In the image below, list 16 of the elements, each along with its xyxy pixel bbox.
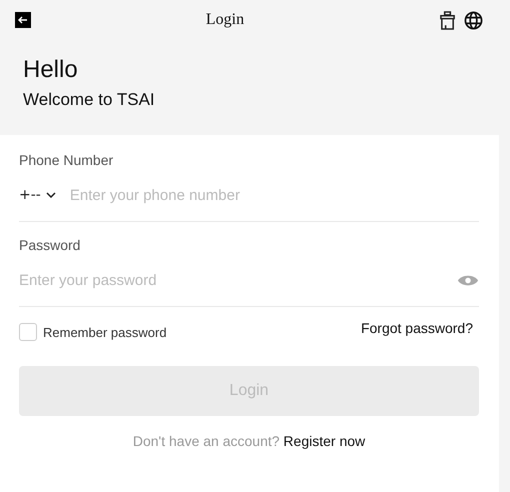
chevron-down-icon [46,192,56,198]
field-label: Phone Number [19,151,114,169]
globe-icon[interactable] [464,10,483,30]
checkbox-label[interactable]: Remember password [43,324,167,340]
phone-input[interactable]: Enter your phone number [70,186,479,204]
greeting-title: Hello [23,56,79,84]
password-input[interactable]: Enter your password [19,272,457,288]
country-code-select[interactable]: +-- [19,187,56,203]
page-title: Login [204,11,246,29]
register-link[interactable]: Register now [283,433,366,449]
building-icon[interactable] [439,10,456,30]
register-prompt: Don't have an account? [132,433,280,449]
remember-checkbox[interactable] [19,323,37,341]
field-label: Password [19,236,82,254]
forgot-password-link[interactable]: Forgot password? [360,320,473,336]
greeting-subtitle: Welcome to TSAI [23,90,156,110]
